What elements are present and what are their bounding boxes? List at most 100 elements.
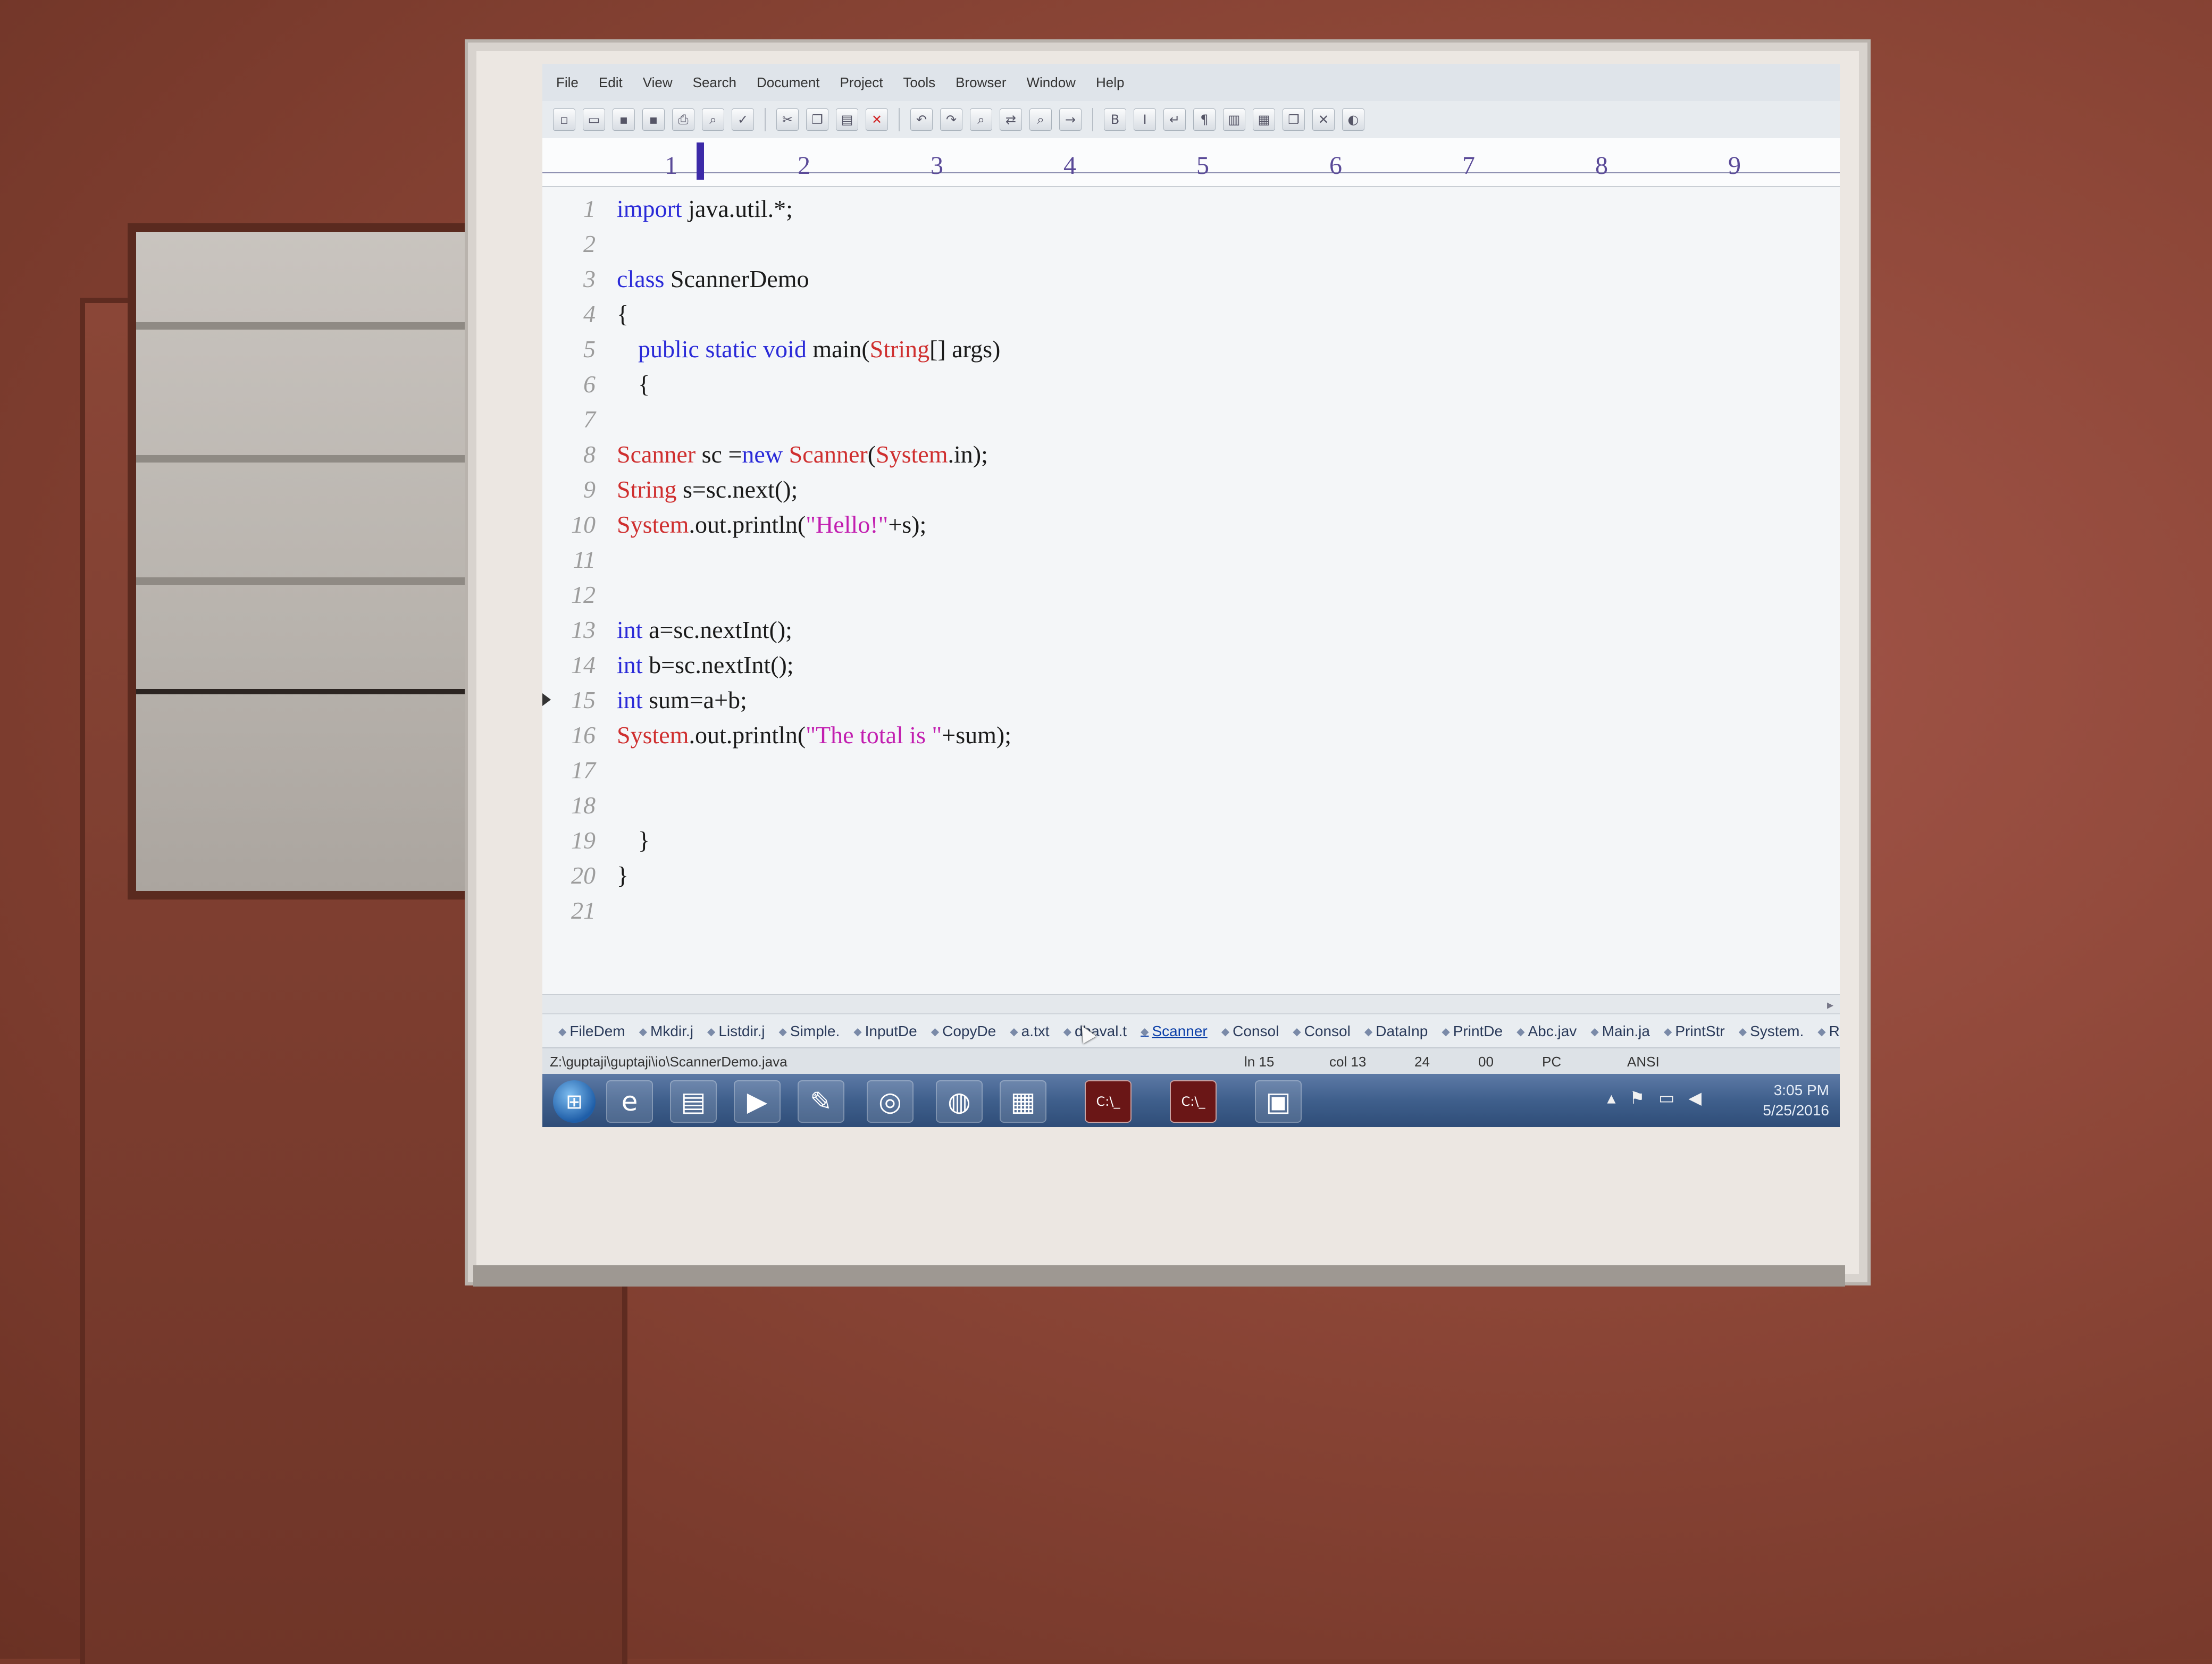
- document-tab[interactable]: ◆ dhaval.t: [1063, 1023, 1127, 1040]
- document-tab[interactable]: ◆ Abc.jav: [1516, 1023, 1577, 1040]
- toggle-icon[interactable]: ◐: [1342, 108, 1364, 131]
- start-button[interactable]: ⊞: [553, 1080, 596, 1123]
- italic-icon[interactable]: I: [1134, 108, 1156, 131]
- code-line[interactable]: 21: [542, 893, 1840, 928]
- image-viewer-icon[interactable]: ▣: [1255, 1080, 1302, 1123]
- file-explorer-icon[interactable]: ▤: [670, 1080, 717, 1123]
- document-tab-icon: ◆: [639, 1026, 648, 1038]
- document-tab[interactable]: ◆ DataInp: [1364, 1023, 1428, 1040]
- cmd-window-1[interactable]: C:\_: [1085, 1080, 1132, 1123]
- show-hidden-icons-icon[interactable]: ▴: [1607, 1088, 1615, 1108]
- document-tab[interactable]: ◆ Scanner: [1141, 1023, 1208, 1040]
- code-line[interactable]: 7: [542, 402, 1840, 437]
- document-tab[interactable]: ◆ a.txt: [1010, 1023, 1049, 1040]
- editor-icon[interactable]: ▦: [1000, 1080, 1046, 1123]
- code-keyword: int: [617, 651, 643, 678]
- scroll-right-icon[interactable]: ▸: [1827, 997, 1833, 1012]
- document-tab[interactable]: ◆ FileDem: [558, 1023, 625, 1040]
- save-all-icon[interactable]: ▪: [642, 108, 665, 131]
- document-tab[interactable]: ◆ Consol: [1221, 1023, 1279, 1040]
- menu-file[interactable]: File: [556, 74, 579, 91]
- window-cascade-icon[interactable]: ❐: [1283, 108, 1305, 131]
- code-line[interactable]: 9 String s=sc.next();: [542, 472, 1840, 507]
- code-line[interactable]: 19}: [542, 823, 1840, 858]
- undo-icon[interactable]: ↶: [910, 108, 933, 131]
- document-tab[interactable]: ◆ System.: [1739, 1023, 1804, 1040]
- code-line[interactable]: 3 class ScannerDemo: [542, 262, 1840, 297]
- goto-icon[interactable]: →: [1059, 108, 1082, 131]
- document-tab[interactable]: ◆ CopyDe: [931, 1023, 996, 1040]
- code-line[interactable]: 11: [542, 542, 1840, 577]
- code-line[interactable]: 8 Scanner sc =new Scanner(System.in);: [542, 437, 1840, 472]
- bold-icon[interactable]: B: [1104, 108, 1126, 131]
- code-editor[interactable]: 1 import java.util.*; 2 3 class ScannerDemo 4…: [542, 191, 1840, 989]
- chrome-icon[interactable]: ◎: [867, 1080, 914, 1123]
- menu-view[interactable]: View: [643, 74, 673, 91]
- code-line[interactable]: 20}: [542, 858, 1840, 893]
- replace-icon[interactable]: ⇄: [1000, 108, 1022, 131]
- action-center-icon[interactable]: ⚑: [1629, 1088, 1645, 1108]
- word-wrap-icon[interactable]: ↵: [1163, 108, 1186, 131]
- firefox-icon[interactable]: ◍: [936, 1080, 983, 1123]
- paste-icon[interactable]: ▤: [836, 108, 858, 131]
- status-encoding: ANSI: [1627, 1054, 1660, 1070]
- code-line[interactable]: 12: [542, 577, 1840, 612]
- column-mode-icon[interactable]: ▥: [1223, 108, 1245, 131]
- code-line[interactable]: 2: [542, 226, 1840, 262]
- code-line[interactable]: 1 import java.util.*;: [542, 191, 1840, 226]
- redo-icon[interactable]: ↷: [940, 108, 962, 131]
- menu-project[interactable]: Project: [840, 74, 883, 91]
- code-line[interactable]: 18: [542, 788, 1840, 823]
- cmd-window-2[interactable]: C:\_: [1170, 1080, 1217, 1123]
- menu-search[interactable]: Search: [693, 74, 736, 91]
- code-line[interactable]: 16 System.out.println("The total is "+sum…: [542, 718, 1840, 753]
- show-spaces-icon[interactable]: ¶: [1193, 108, 1216, 131]
- menu-browser[interactable]: Browser: [956, 74, 1006, 91]
- document-tab[interactable]: ◆ PrintDe: [1442, 1023, 1503, 1040]
- horizontal-scrollbar[interactable]: ▸: [542, 994, 1840, 1014]
- document-tab[interactable]: ◆ Listdir.j: [707, 1023, 765, 1040]
- cut-icon[interactable]: ✂: [776, 108, 799, 131]
- copy-icon[interactable]: ❐: [806, 108, 828, 131]
- code-token: .in);: [948, 441, 988, 468]
- print-preview-icon[interactable]: ⌕: [702, 108, 724, 131]
- find-icon[interactable]: ⌕: [970, 108, 992, 131]
- line-number: 6: [583, 371, 596, 398]
- clock[interactable]: 3:05 PM 5/25/2016: [1763, 1080, 1829, 1121]
- menu-document[interactable]: Document: [757, 74, 820, 91]
- document-tab[interactable]: ◆ Consol: [1293, 1023, 1351, 1040]
- code-line[interactable]: 17: [542, 753, 1840, 788]
- ruler-number: 4: [1063, 152, 1076, 180]
- document-tab[interactable]: ◆ Simple.: [778, 1023, 840, 1040]
- network-icon[interactable]: ▭: [1658, 1088, 1674, 1108]
- code-line[interactable]: 13 int a=sc.nextInt();: [542, 612, 1840, 648]
- code-line[interactable]: 15 int sum=a+b;: [542, 683, 1840, 718]
- save-icon[interactable]: ▪: [613, 108, 635, 131]
- document-tab[interactable]: ◆ InputDe: [853, 1023, 917, 1040]
- window-tile-icon[interactable]: ▦: [1253, 108, 1275, 131]
- code-line[interactable]: 6{: [542, 367, 1840, 402]
- acrobat-icon[interactable]: ✎: [798, 1080, 844, 1123]
- media-player-icon[interactable]: ▶: [734, 1080, 781, 1123]
- open-folder-icon[interactable]: ▭: [583, 108, 605, 131]
- code-line[interactable]: 5 public static void main(String[] args): [542, 332, 1840, 367]
- delete-icon[interactable]: ✕: [866, 108, 888, 131]
- document-tab[interactable]: ◆Randon: [1817, 1023, 1840, 1040]
- document-tab[interactable]: ◆ Mkdir.j: [639, 1023, 693, 1040]
- print-icon[interactable]: ⎙: [672, 108, 694, 131]
- code-line[interactable]: 4{: [542, 297, 1840, 332]
- menu-window[interactable]: Window: [1026, 74, 1075, 91]
- menu-tools[interactable]: Tools: [903, 74, 935, 91]
- internet-explorer-icon[interactable]: e: [606, 1080, 653, 1123]
- menu-help[interactable]: Help: [1096, 74, 1124, 91]
- code-line[interactable]: 14 int b=sc.nextInt();: [542, 648, 1840, 683]
- new-file-icon[interactable]: ▫: [553, 108, 575, 131]
- document-tab[interactable]: ◆ PrintStr: [1664, 1023, 1725, 1040]
- document-tab[interactable]: ◆ Main.ja: [1590, 1023, 1650, 1040]
- close-window-icon[interactable]: ✕: [1312, 108, 1335, 131]
- menu-edit[interactable]: Edit: [599, 74, 623, 91]
- find-in-files-icon[interactable]: ⌕: [1029, 108, 1052, 131]
- spell-check-icon[interactable]: ✓: [732, 108, 754, 131]
- volume-icon[interactable]: ◀: [1688, 1088, 1702, 1108]
- code-line[interactable]: 10 System.out.println("Hello!"+s);: [542, 507, 1840, 542]
